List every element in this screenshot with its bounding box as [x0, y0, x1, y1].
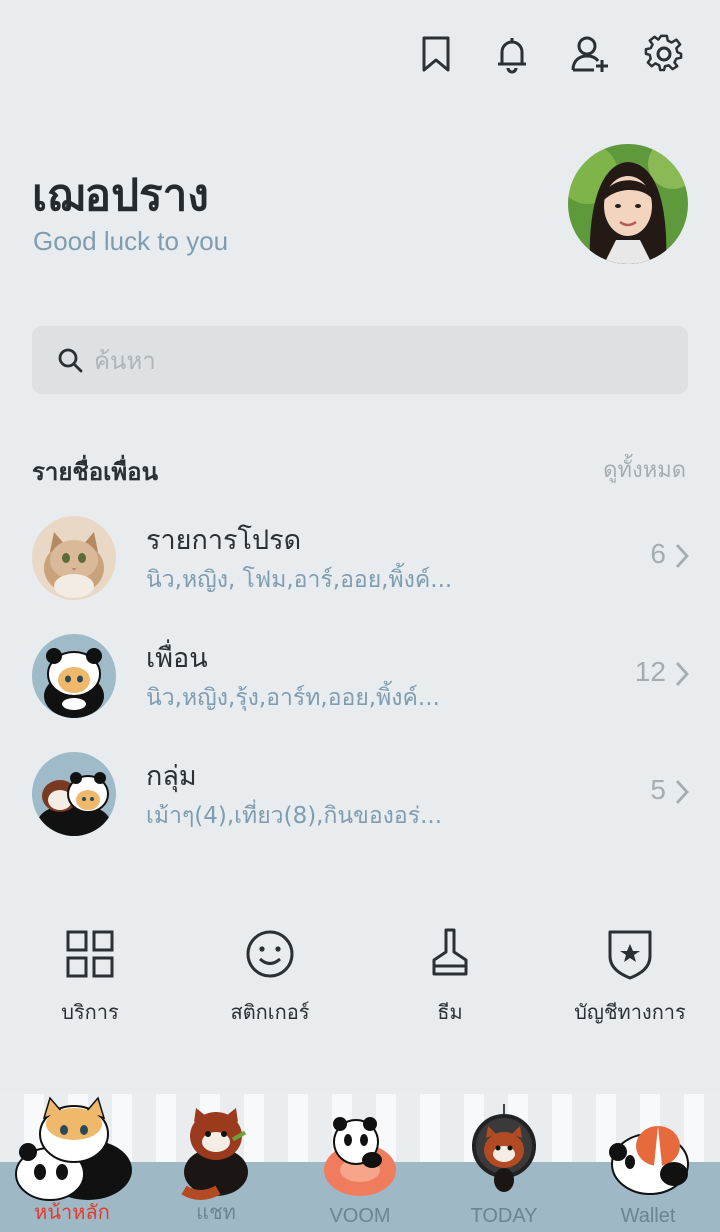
tab-today[interactable]: TODAY — [432, 1094, 576, 1232]
list-item-title: รายการโปรด — [146, 525, 302, 556]
today-mascot-icon — [472, 1104, 536, 1192]
profile-name[interactable]: เฌอปราง — [32, 160, 209, 230]
official-accounts-button[interactable]: บัญชีทางการ — [540, 924, 720, 1034]
shield-star-icon — [608, 930, 652, 980]
tab-label: แชท — [196, 1202, 236, 1224]
search-input[interactable] — [92, 340, 656, 382]
smiley-icon — [246, 930, 294, 978]
chat-mascot-icon — [181, 1108, 248, 1200]
grid-icon — [66, 930, 114, 978]
search-icon — [58, 348, 83, 373]
home-mascot-icon — [15, 1096, 132, 1201]
services-button[interactable]: บริการ — [0, 924, 180, 1034]
search-bar[interactable] — [32, 326, 688, 394]
tab-home[interactable]: หน้าหลัก — [0, 1094, 144, 1232]
list-item-groups[interactable]: กลุ่ม เม้าๆ(4),เที่ยว(8),กินของอร่... 5 — [0, 744, 720, 854]
tab-label: Wallet — [620, 1205, 676, 1227]
list-item-count: 12 — [634, 656, 666, 687]
group-thumbnail — [32, 752, 116, 836]
tab-wallet[interactable]: Wallet — [576, 1094, 720, 1232]
tab-label: TODAY — [470, 1205, 538, 1227]
themes-button[interactable]: ธีม — [360, 924, 540, 1034]
chevron-right-icon — [675, 662, 689, 686]
tab-chat[interactable]: แชท — [144, 1094, 288, 1232]
list-item-count: 5 — [650, 774, 666, 805]
chevron-right-icon — [675, 780, 689, 804]
voom-mascot-icon — [324, 1117, 396, 1196]
profile-status-message[interactable]: Good luck to you — [33, 226, 228, 257]
brush-icon — [432, 928, 468, 976]
bottom-tab-bar: หน้าหลัก แชท VOOM TODAY Wallet — [0, 1094, 720, 1232]
list-item-subtitle: นิว,หญิง,รุ้ง,อาร์ท,ออย,พิ้งค์... — [146, 685, 440, 711]
list-item-friends[interactable]: เพื่อน นิว,หญิง,รุ้ง,อาร์ท,ออย,พิ้งค์...… — [0, 626, 720, 736]
wallet-mascot-icon — [609, 1126, 689, 1195]
stickers-button[interactable]: สติกเกอร์ — [180, 924, 360, 1034]
list-item-count: 6 — [650, 538, 666, 569]
add-friend-icon[interactable] — [570, 34, 610, 74]
themes-label: ธีม — [437, 1000, 463, 1024]
friends-list-heading: รายชื่อเพื่อน — [32, 458, 158, 486]
bell-icon[interactable] — [492, 34, 532, 74]
panda-cat-thumbnail — [32, 634, 116, 718]
tab-label: หน้าหลัก — [34, 1202, 110, 1224]
see-all-link[interactable]: ดูทั้งหมด — [603, 452, 686, 487]
list-item-subtitle: นิว,หญิง, โฟม,อาร์,ออย,พิ้งค์... — [146, 567, 453, 593]
list-item-favorites[interactable]: รายการโปรด นิว,หญิง, โฟม,อาร์,ออย,พิ้งค์… — [0, 508, 720, 618]
services-label: บริการ — [61, 1000, 119, 1024]
cat-thumbnail — [32, 516, 116, 600]
avatar[interactable] — [568, 144, 688, 264]
official-accounts-label: บัญชีทางการ — [574, 1000, 686, 1024]
tab-label: VOOM — [329, 1205, 391, 1227]
tab-voom[interactable]: VOOM — [288, 1094, 432, 1232]
gear-icon[interactable] — [644, 34, 684, 74]
list-item-title: เพื่อน — [146, 643, 208, 674]
list-item-subtitle: เม้าๆ(4),เที่ยว(8),กินของอร่... — [146, 803, 443, 829]
stickers-label: สติกเกอร์ — [230, 1000, 310, 1024]
list-item-title: กลุ่ม — [146, 761, 197, 792]
bookmark-icon[interactable] — [416, 34, 456, 74]
chevron-right-icon — [675, 544, 689, 568]
